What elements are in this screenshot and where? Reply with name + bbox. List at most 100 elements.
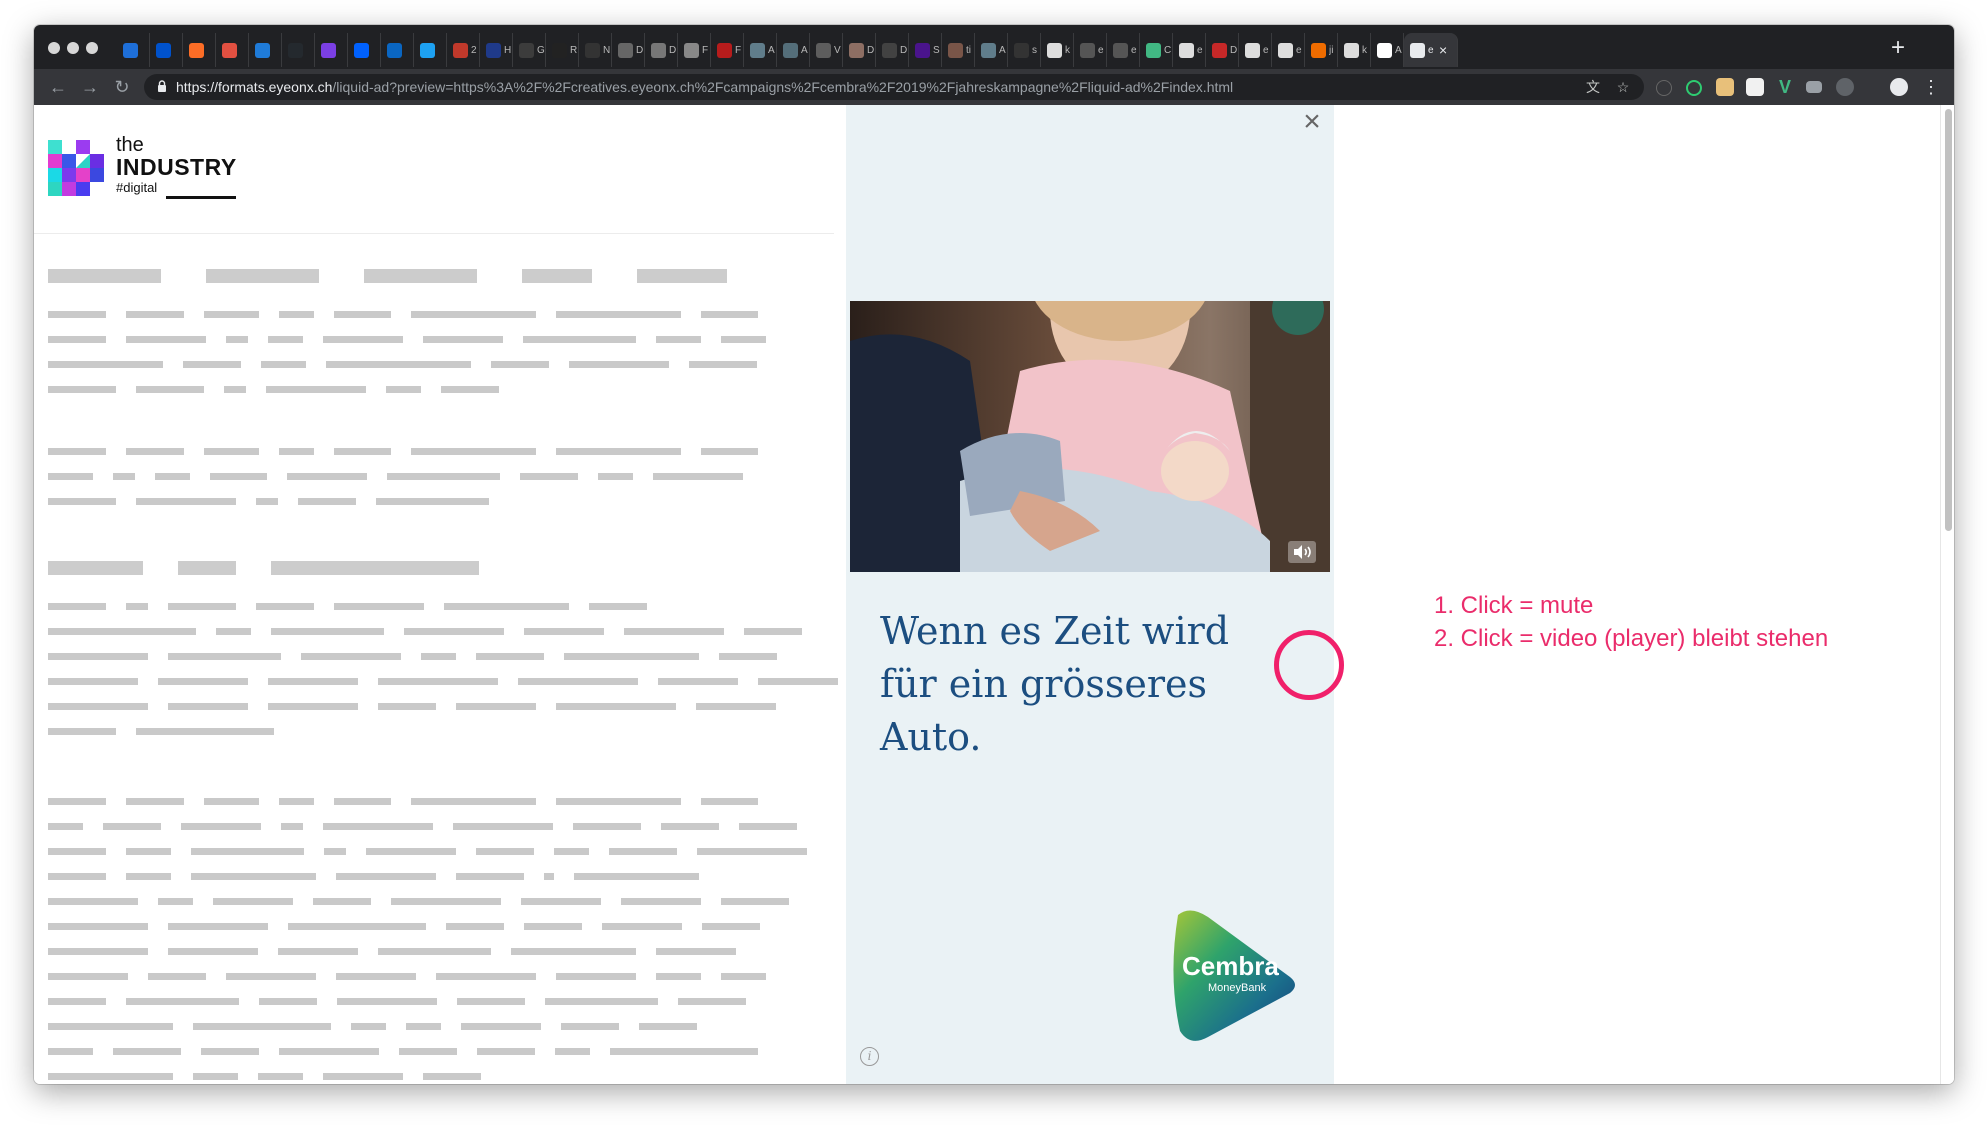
browser-tab[interactable]: e (1074, 33, 1107, 67)
browser-tab[interactable]: A (975, 33, 1008, 67)
profile-avatar-icon[interactable] (1890, 78, 1908, 96)
browser-tab[interactable] (414, 33, 447, 67)
tab-favicon-icon (519, 42, 534, 58)
placeholder-heading (522, 269, 592, 283)
address-bar[interactable]: https://formats.eyeonx.ch/liquid-ad?prev… (144, 74, 1644, 100)
placeholder-text-line (423, 336, 503, 343)
browser-tab[interactable]: G (513, 33, 546, 67)
browser-tab[interactable]: D (612, 33, 645, 67)
extension-square-icon[interactable] (1746, 78, 1764, 96)
browser-tab[interactable] (282, 33, 315, 67)
browser-tab[interactable]: R (546, 33, 579, 67)
tab-favicon-icon (1377, 42, 1392, 58)
placeholder-text-line (126, 311, 184, 318)
close-ad-button[interactable]: × (1298, 107, 1326, 137)
placeholder-text-line (168, 923, 268, 930)
browser-tab[interactable]: H (480, 33, 513, 67)
browser-tab[interactable]: V (810, 33, 843, 67)
menu-kebab-icon[interactable]: ⋮ (1922, 78, 1940, 96)
browser-tab[interactable]: D (876, 33, 909, 67)
sound-icon[interactable] (1288, 541, 1316, 563)
browser-tab[interactable] (348, 33, 381, 67)
liquid-ad[interactable]: × Wenn es Zeit wird für ein grösseres Au… (846, 105, 1334, 1084)
tab-title: k (1362, 44, 1367, 56)
browser-tab[interactable]: F (678, 33, 711, 67)
browser-tab-active[interactable]: e × (1404, 33, 1458, 67)
browser-tab[interactable]: A (744, 33, 777, 67)
extension-avatar-icon[interactable] (1716, 78, 1734, 96)
camera-icon[interactable] (1806, 81, 1822, 93)
ad-video-player[interactable] (850, 301, 1330, 572)
tab-title: G (537, 44, 545, 56)
browser-tab[interactable]: ti (942, 33, 975, 67)
browser-tab[interactable]: k (1041, 33, 1074, 67)
tab-favicon-icon (1212, 42, 1227, 58)
browser-tab[interactable]: A (1371, 33, 1404, 67)
placeholder-text-line (476, 653, 544, 660)
placeholder-text-line (278, 948, 358, 955)
browser-tab[interactable]: e (1239, 33, 1272, 67)
browser-tab[interactable] (315, 33, 348, 67)
browser-tab[interactable] (150, 33, 183, 67)
browser-tab[interactable]: S (909, 33, 942, 67)
tab-title: R (570, 44, 578, 56)
browser-tab[interactable] (249, 33, 282, 67)
placeholder-text-line (661, 823, 719, 830)
browser-tab[interactable] (381, 33, 414, 67)
extension-sync-icon[interactable] (1686, 80, 1702, 96)
tab-close-icon[interactable]: × (1439, 42, 1447, 58)
browser-tab[interactable]: e (1173, 33, 1206, 67)
close-window-button[interactable] (48, 42, 60, 54)
placeholder-text-line (48, 923, 148, 930)
browser-tab[interactable]: e (1107, 33, 1140, 67)
ad-info-icon[interactable]: i (860, 1047, 879, 1066)
browser-tab[interactable]: 2 (447, 33, 480, 67)
tab-favicon-icon (354, 42, 369, 58)
scrollbar-thumb[interactable] (1945, 109, 1952, 531)
tab-favicon-icon (1245, 42, 1260, 58)
browser-tab[interactable] (183, 33, 216, 67)
browser-tab[interactable] (117, 33, 150, 67)
tab-favicon-icon (1344, 42, 1359, 58)
placeholder-text-line (158, 678, 248, 685)
tab-favicon-icon (981, 42, 996, 58)
browser-tab[interactable]: A (777, 33, 810, 67)
tab-title: A (1395, 44, 1402, 56)
browser-tab[interactable]: D (1206, 33, 1239, 67)
browser-tab[interactable]: s (1008, 33, 1041, 67)
placeholder-text-line (48, 386, 116, 393)
new-tab-button[interactable]: + (1884, 35, 1912, 63)
browser-tab[interactable]: N (579, 33, 612, 67)
cembra-logo[interactable]: Cembra MoneyBank (1160, 907, 1300, 1047)
extension-round-icon[interactable] (1836, 78, 1854, 96)
url-host: https://formats.eyeonx.ch (176, 79, 333, 95)
annotation-note-2: 2. Click = video (player) bleibt stehen (1434, 625, 1829, 652)
placeholder-text-line (136, 386, 204, 393)
translate-icon[interactable]: 文 (1584, 78, 1602, 96)
browser-tab[interactable]: ji (1305, 33, 1338, 67)
placeholder-text-line (148, 973, 206, 980)
forward-button[interactable]: → (78, 75, 102, 99)
placeholder-text-line (126, 448, 184, 455)
browser-tab[interactable] (216, 33, 249, 67)
annotation-note-1: 1. Click = mute (1434, 592, 1594, 619)
vue-devtools-icon[interactable]: V (1776, 78, 1794, 96)
bookmark-star-icon[interactable]: ☆ (1614, 78, 1632, 96)
browser-tab[interactable]: e (1272, 33, 1305, 67)
extension-info-icon[interactable] (1656, 80, 1672, 96)
placeholder-text-line (126, 603, 148, 610)
browser-tab[interactable]: C (1140, 33, 1173, 67)
tab-title: D (669, 44, 677, 56)
browser-tab[interactable]: F (711, 33, 744, 67)
zoom-window-button[interactable] (86, 42, 98, 54)
browser-tab[interactable]: D (645, 33, 678, 67)
reload-button[interactable]: ↻ (110, 75, 134, 99)
browser-tab[interactable]: D (843, 33, 876, 67)
browser-tab[interactable]: k (1338, 33, 1371, 67)
placeholder-text-line (334, 798, 391, 805)
minimize-window-button[interactable] (67, 42, 79, 54)
tab-favicon-icon (882, 42, 897, 58)
placeholder-text-line (126, 848, 171, 855)
page-scrollbar[interactable] (1940, 105, 1954, 1084)
back-button[interactable]: ← (46, 75, 70, 99)
